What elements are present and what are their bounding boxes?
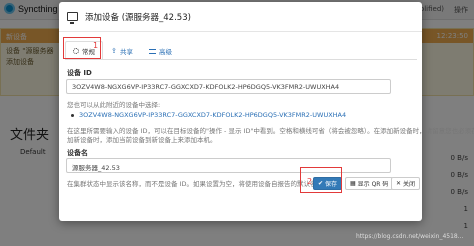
monitor-icon	[67, 12, 78, 24]
share-icon: ⇪	[111, 47, 117, 55]
discovered-device-link[interactable]: 3OZV4W8-NGXG6VP-IP33RC7-GGXCXD7-KDFOLK2-…	[71, 111, 346, 119]
device-name-input[interactable]: 源服务器_42.53	[66, 158, 391, 173]
device-id-help-2: 加新设备时，添加当前设备到新设备上来添加本机。	[67, 136, 217, 144]
close-icon: ✕	[396, 180, 402, 187]
tab-divider	[65, 59, 417, 60]
discovered-device-id: 3OZV4W8-NGXG6VP-IP33RC7-GGXCXD7-KDFOLK2-…	[79, 111, 347, 119]
tab-label: 共享	[120, 48, 133, 56]
qr-label: 显示 QR 码	[357, 181, 389, 188]
sliders-icon	[149, 48, 156, 54]
bullet-icon	[71, 113, 74, 117]
tab-advanced[interactable]: 高级	[141, 41, 180, 60]
close-button[interactable]: ✕ 关闭	[391, 177, 421, 190]
annotation-number-2: 2	[307, 177, 313, 186]
dialog-title: 添加设备 (源服务器_42.53)	[85, 12, 191, 23]
qrcode-icon: ▦	[350, 180, 356, 187]
tab-label: 高级	[159, 48, 172, 56]
device-name-help: 在集群状态中显示该名称，而不是设备 ID。如果设置为空，将使用设备自报告的默认名…	[67, 180, 330, 188]
close-label: 关闭	[403, 181, 416, 188]
device-id-label: 设备 ID	[67, 69, 92, 77]
device-id-input[interactable]: 3OZV4W8-NGXG6VP-IP33RC7-GGXCXD7-KDFOLK2-…	[66, 79, 391, 94]
annotation-number-1: 1	[93, 41, 99, 50]
discovered-help: 您也可以从此附近的设备中选择:	[67, 101, 161, 109]
tab-sharing[interactable]: ⇪ 共享	[103, 41, 141, 60]
dialog-header: 添加设备 (源服务器_42.53)	[59, 2, 422, 32]
show-qr-button[interactable]: ▦ 显示 QR 码	[345, 177, 394, 190]
device-name-label: 设备名	[67, 149, 88, 157]
watermark: https://blog.csdn.net/weixin_4518...	[356, 233, 464, 240]
